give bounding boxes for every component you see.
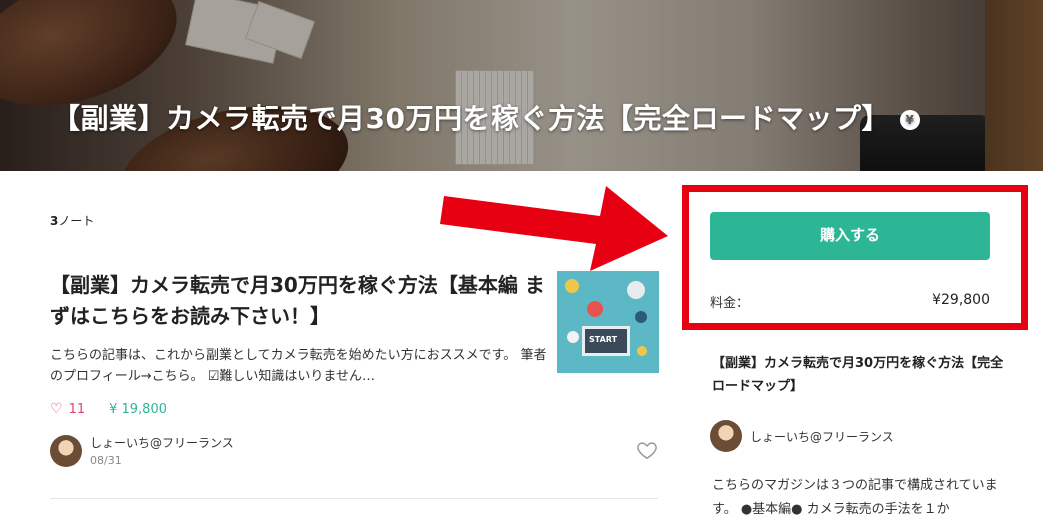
purchase-button[interactable]: 購入する	[710, 212, 990, 260]
divider	[50, 498, 658, 499]
like-count: 11	[68, 401, 86, 417]
note-count: 3ノート	[50, 214, 95, 228]
magazine-title: 【副業】カメラ転売で月30万円を稼ぐ方法【完全ロードマップ】	[712, 356, 1004, 394]
article-excerpt: こちらの記事は、これから副業としてカメラ転売を始めたい方におススメです。 筆者の…	[50, 348, 547, 384]
paid-badge-icon: ¥	[899, 110, 920, 130]
article-price: ¥ 19,800	[109, 401, 167, 417]
article-stats: ♡ 11 ¥ 19,800	[50, 401, 167, 417]
hero-banner: 【副業】カメラ転売で月30万円を稼ぐ方法【完全ロードマップ】 ¥	[0, 0, 1043, 171]
avatar[interactable]	[50, 434, 82, 467]
article-author[interactable]: しょーいち@フリーランス 08/31	[50, 434, 234, 467]
article-title-link[interactable]: 【副業】カメラ転売で月30万円を稼ぐ方法【基本編 まずはこちらをお読み下さい！】	[50, 270, 545, 332]
avatar[interactable]	[710, 420, 742, 452]
heart-outline-icon: ♡	[50, 401, 63, 417]
heart-icon	[637, 442, 657, 460]
price-value: ¥29,800	[932, 292, 990, 308]
article-thumbnail[interactable]: START	[557, 271, 659, 373]
author-name[interactable]: しょーいち@フリーランス	[90, 434, 234, 451]
author-name[interactable]: しょーいち@フリーランス	[750, 428, 894, 445]
publish-date: 08/31	[90, 454, 122, 467]
price-label: 料金：	[710, 296, 750, 311]
magazine-description: こちらのマガジンは３つの記事で構成されています。 ●基本編● カメラ転売の手法を…	[712, 478, 998, 517]
page-title: 【副業】カメラ転売で月30万円を稼ぐ方法【完全ロードマップ】 ¥	[52, 97, 920, 137]
annotation-arrow-icon	[440, 186, 668, 271]
magazine-author[interactable]: しょーいち@フリーランス	[710, 420, 894, 452]
like-button[interactable]	[636, 439, 658, 461]
purchase-box: 購入する 料金： ¥29,800	[682, 185, 1028, 330]
